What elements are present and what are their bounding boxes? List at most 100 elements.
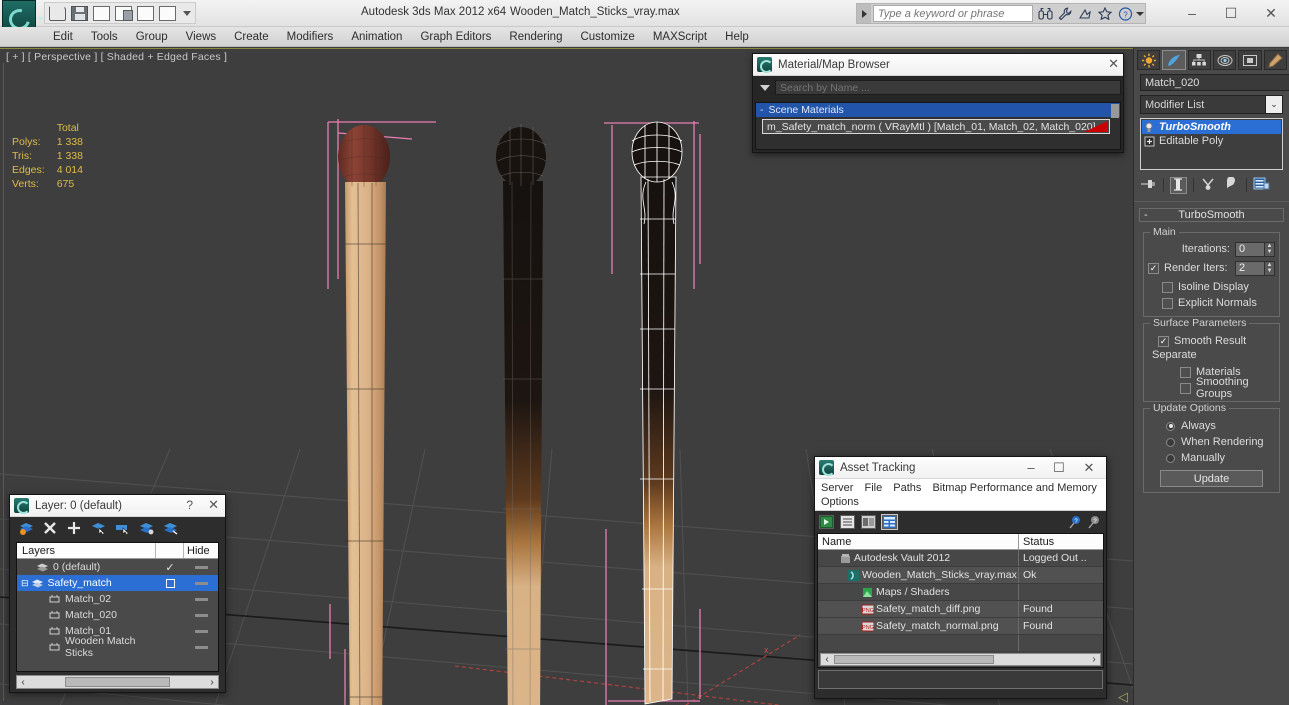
- undo-icon[interactable]: [115, 5, 133, 21]
- asset-tracking-table[interactable]: Name Status Autodesk Vault 2012 Logged O…: [817, 533, 1104, 668]
- scroll-left-icon[interactable]: ‹: [17, 677, 29, 688]
- update-option-when-rendering[interactable]: When Rendering: [1148, 434, 1275, 450]
- infocenter-expand-icon[interactable]: [857, 4, 871, 23]
- modifier-stack-item-editable-poly[interactable]: Editable Poly: [1142, 134, 1281, 148]
- minimize-button[interactable]: –: [1174, 3, 1210, 23]
- table-row[interactable]: Wooden_Match_Sticks_vray.max Ok: [818, 567, 1103, 584]
- rollout-header[interactable]: - TurboSmooth: [1139, 208, 1284, 222]
- layer-help-button[interactable]: ?: [186, 498, 193, 512]
- command-panel-collapse-icon[interactable]: ◁: [1118, 689, 1128, 705]
- list-item[interactable]: Wooden Match Sticks: [17, 635, 218, 659]
- new-scene-icon[interactable]: [93, 5, 110, 21]
- asset-column-status[interactable]: Status: [1019, 534, 1103, 549]
- hierarchy-tab-icon[interactable]: [1187, 50, 1211, 70]
- update-option-manually[interactable]: Manually: [1148, 450, 1275, 466]
- grid-view-icon[interactable]: [881, 514, 898, 530]
- subscription-icon[interactable]: [1075, 4, 1095, 23]
- menu-item-views[interactable]: Views: [177, 29, 225, 45]
- list-item[interactable]: Match_02: [17, 591, 218, 607]
- material-browser-close-button[interactable]: ✕: [1108, 56, 1119, 72]
- layer-current-check[interactable]: [156, 578, 184, 588]
- asset-menu-server[interactable]: Server: [819, 481, 859, 495]
- show-end-result-icon[interactable]: [1170, 176, 1187, 194]
- layer-expander-icon[interactable]: ⊟: [21, 578, 29, 589]
- help-icon[interactable]: ?: [1115, 4, 1135, 23]
- layer-hide-toggle[interactable]: [184, 613, 218, 617]
- refresh-icon[interactable]: [819, 515, 834, 529]
- layer-hide-toggle[interactable]: [184, 597, 218, 601]
- table-row[interactable]: Autodesk Vault 2012 Logged Out ..: [818, 550, 1103, 567]
- layer-horizontal-scrollbar[interactable]: ‹ ›: [16, 675, 219, 689]
- lightbulb-icon[interactable]: [1144, 122, 1155, 133]
- utilities-tab-icon[interactable]: [1263, 50, 1287, 70]
- asset-menu-paths[interactable]: Paths: [891, 481, 927, 495]
- asset-menu-options[interactable]: Options: [819, 495, 865, 509]
- scroll-right-icon[interactable]: ›: [206, 677, 218, 688]
- menu-item-create[interactable]: Create: [225, 29, 278, 45]
- render-iters-value[interactable]: 2: [1235, 260, 1265, 276]
- create-new-layer-icon[interactable]: [19, 521, 33, 535]
- delete-layer-icon[interactable]: [43, 521, 57, 535]
- qat-dropdown-icon[interactable]: [183, 10, 191, 16]
- asset-column-name[interactable]: Name: [818, 534, 1019, 549]
- help-question-icon[interactable]: ?: [1067, 515, 1082, 529]
- display-tab-icon[interactable]: [1238, 50, 1262, 70]
- select-object-icon[interactable]: [139, 521, 154, 535]
- list-item[interactable]: ⊟ Safety_match: [17, 575, 218, 591]
- smooth-result-checkbox[interactable]: ✓: [1158, 335, 1169, 347]
- layer-manager-close-button[interactable]: ✕: [208, 497, 219, 513]
- menu-item-customize[interactable]: Customize: [571, 29, 643, 45]
- select-highlighted-icon[interactable]: [91, 521, 105, 536]
- menu-item-animation[interactable]: Animation: [342, 29, 411, 45]
- menu-item-group[interactable]: Group: [127, 29, 177, 45]
- layer-manager-title-bar[interactable]: Layer: 0 (default) ? ✕: [10, 495, 225, 517]
- highlight-selected-icon[interactable]: [115, 521, 129, 536]
- table-row[interactable]: Maps / Shaders: [818, 584, 1103, 601]
- layer-hide-toggle[interactable]: [184, 629, 218, 633]
- layer-list[interactable]: Layers Hide 0 (default) ✓ ⊟ Safety_match…: [16, 542, 219, 672]
- smooth-result-row[interactable]: ✓ Smooth Result: [1148, 333, 1275, 349]
- list-view-icon[interactable]: [840, 515, 855, 529]
- update-option-always[interactable]: Always: [1148, 418, 1275, 434]
- set-project-icon[interactable]: [159, 5, 176, 21]
- menu-item-tools[interactable]: Tools: [82, 29, 127, 45]
- asset-tracking-title-bar[interactable]: Asset Tracking – ☐ ✕: [815, 457, 1106, 479]
- menu-item-maxscript[interactable]: MAXScript: [644, 29, 716, 45]
- wrench-icon[interactable]: [1055, 4, 1075, 23]
- separate-smoothing-row[interactable]: Smoothing Groups: [1148, 376, 1275, 400]
- modifier-list-dropdown[interactable]: Modifier List ⌄: [1140, 95, 1283, 114]
- explicit-normals-row[interactable]: Explicit Normals: [1148, 295, 1275, 311]
- manually-radio[interactable]: [1166, 453, 1175, 463]
- open-file-icon[interactable]: [49, 5, 66, 21]
- table-row[interactable]: PNG Safety_match_diff.png Found: [818, 601, 1103, 618]
- list-item[interactable]: 0 (default) ✓: [17, 559, 218, 575]
- binoculars-icon[interactable]: [1035, 4, 1055, 23]
- iterations-value[interactable]: 0: [1235, 241, 1265, 257]
- menu-item-rendering[interactable]: Rendering: [500, 29, 571, 45]
- iterations-spinner[interactable]: ▲ ▼: [1265, 241, 1275, 257]
- scroll-left-icon[interactable]: ‹: [821, 654, 833, 665]
- when-rendering-radio[interactable]: [1166, 437, 1175, 447]
- render-iters-checkbox[interactable]: ✓: [1148, 262, 1159, 274]
- asset-close-button[interactable]: ✕: [1076, 458, 1102, 477]
- redo-icon[interactable]: [137, 5, 154, 21]
- create-tab-icon[interactable]: [1137, 50, 1161, 70]
- search-options-icon[interactable]: [760, 84, 770, 91]
- favorites-star-icon[interactable]: [1095, 4, 1115, 23]
- layer-current-check[interactable]: ✓: [156, 561, 184, 574]
- explicit-normals-checkbox[interactable]: [1162, 297, 1173, 309]
- material-list-item[interactable]: m_Safety_match_norm ( VRayMtl ) [Match_0…: [762, 119, 1110, 134]
- thumbnail-view-icon[interactable]: [861, 515, 876, 529]
- isoline-display-row[interactable]: Isoline Display: [1148, 279, 1275, 295]
- object-name-input[interactable]: [1140, 74, 1289, 91]
- modifier-stack-item-turbosmooth[interactable]: TurboSmooth: [1142, 120, 1281, 134]
- list-item[interactable]: Match_020: [17, 607, 218, 623]
- maximize-button[interactable]: ☐: [1213, 3, 1249, 23]
- modifier-stack[interactable]: TurboSmooth Editable Poly: [1140, 118, 1283, 170]
- menu-item-graph-editors[interactable]: Graph Editors: [411, 29, 500, 45]
- scroll-thumb[interactable]: [834, 655, 994, 664]
- scroll-right-icon[interactable]: ›: [1088, 654, 1100, 665]
- hide-column-header[interactable]: Hide: [184, 543, 218, 558]
- rollout-collapse-icon[interactable]: -: [1144, 209, 1148, 221]
- asset-horizontal-scrollbar[interactable]: ‹ ›: [820, 653, 1101, 666]
